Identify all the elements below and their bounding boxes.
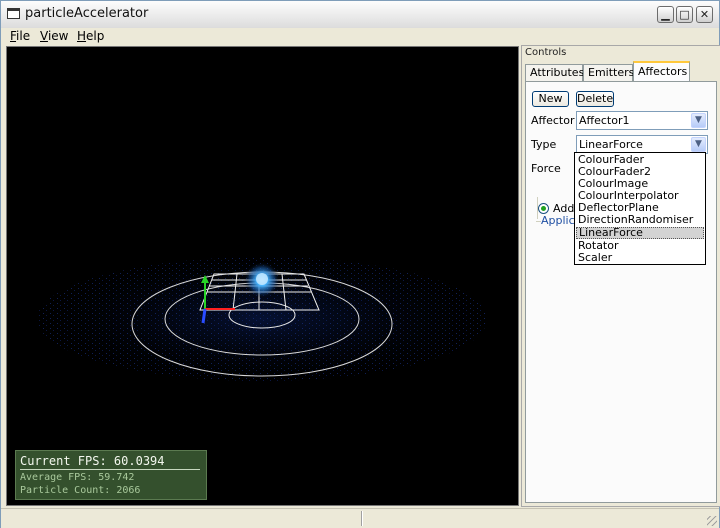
affector-label: Affector [531, 114, 575, 127]
stats-divider [20, 469, 200, 470]
menu-view-mnemonic: V [40, 29, 48, 43]
type-label: Type [531, 138, 557, 151]
app-window: particleAccelerator ▁ □ ✕ File View Help [0, 0, 720, 528]
type-select-value: LinearForce [579, 138, 643, 151]
maximize-button[interactable]: □ [676, 6, 693, 23]
menu-bar: File View Help [1, 28, 719, 46]
add-radio-label: Add [553, 202, 575, 215]
menu-help-label: elp [86, 29, 105, 43]
menu-file-label: ile [16, 29, 31, 43]
tab-emitters[interactable]: Emitters [583, 64, 634, 81]
menu-view[interactable]: View [40, 29, 68, 43]
force-label: Force [531, 162, 561, 175]
status-bar [1, 508, 719, 528]
list-item-selected[interactable]: LinearForce [576, 227, 704, 239]
type-dropdown-list[interactable]: ColourFader ColourFader2 ColourImage Col… [574, 152, 706, 265]
controls-panel: Controls Attributes Emitters Affectors N… [521, 45, 720, 507]
particle-core [256, 273, 268, 285]
delete-affector-button[interactable]: Delete [576, 91, 614, 107]
window-app-icon [7, 8, 20, 19]
current-fps: Current FPS: 60.0394 [20, 454, 165, 468]
menu-help-mnemonic: H [77, 29, 87, 43]
menu-help[interactable]: Help [77, 29, 104, 43]
affectors-pane: New Delete Affector Affector1 ▼ Type Lin… [525, 81, 717, 503]
controls-title: Controls [525, 47, 567, 58]
menu-file[interactable]: File [10, 29, 30, 43]
tab-affectors[interactable]: Affectors [633, 61, 690, 82]
fps-overlay: Current FPS: 60.0394 Average FPS: 59.742… [15, 450, 207, 500]
status-divider [361, 511, 363, 526]
menu-view-label: iew [47, 29, 69, 43]
new-affector-button[interactable]: New [532, 91, 569, 107]
particle-count: Particle Count: 2066 [20, 485, 141, 496]
window-title: particleAccelerator [25, 6, 149, 21]
average-fps: Average FPS: 59.742 [20, 472, 135, 483]
minimize-button[interactable]: ▁ [657, 6, 674, 23]
tab-attributes[interactable]: Attributes [525, 64, 584, 81]
axis-z [201, 308, 207, 324]
list-item[interactable]: DirectionRandomiser [576, 214, 704, 226]
particle-scene [27, 249, 497, 389]
title-bar[interactable]: particleAccelerator ▁ □ ✕ [1, 1, 719, 29]
affector-select[interactable]: Affector1 ▼ [576, 111, 708, 130]
close-button[interactable]: ✕ [696, 6, 713, 23]
list-item[interactable]: Scaler [576, 252, 704, 264]
add-radio[interactable] [538, 203, 549, 214]
chevron-down-icon[interactable]: ▼ [691, 113, 706, 128]
resize-grip-icon[interactable] [707, 516, 717, 526]
chevron-down-icon[interactable]: ▼ [691, 137, 706, 152]
affector-select-value: Affector1 [579, 114, 630, 127]
render-viewport[interactable]: Current FPS: 60.0394 Average FPS: 59.742… [6, 46, 519, 506]
